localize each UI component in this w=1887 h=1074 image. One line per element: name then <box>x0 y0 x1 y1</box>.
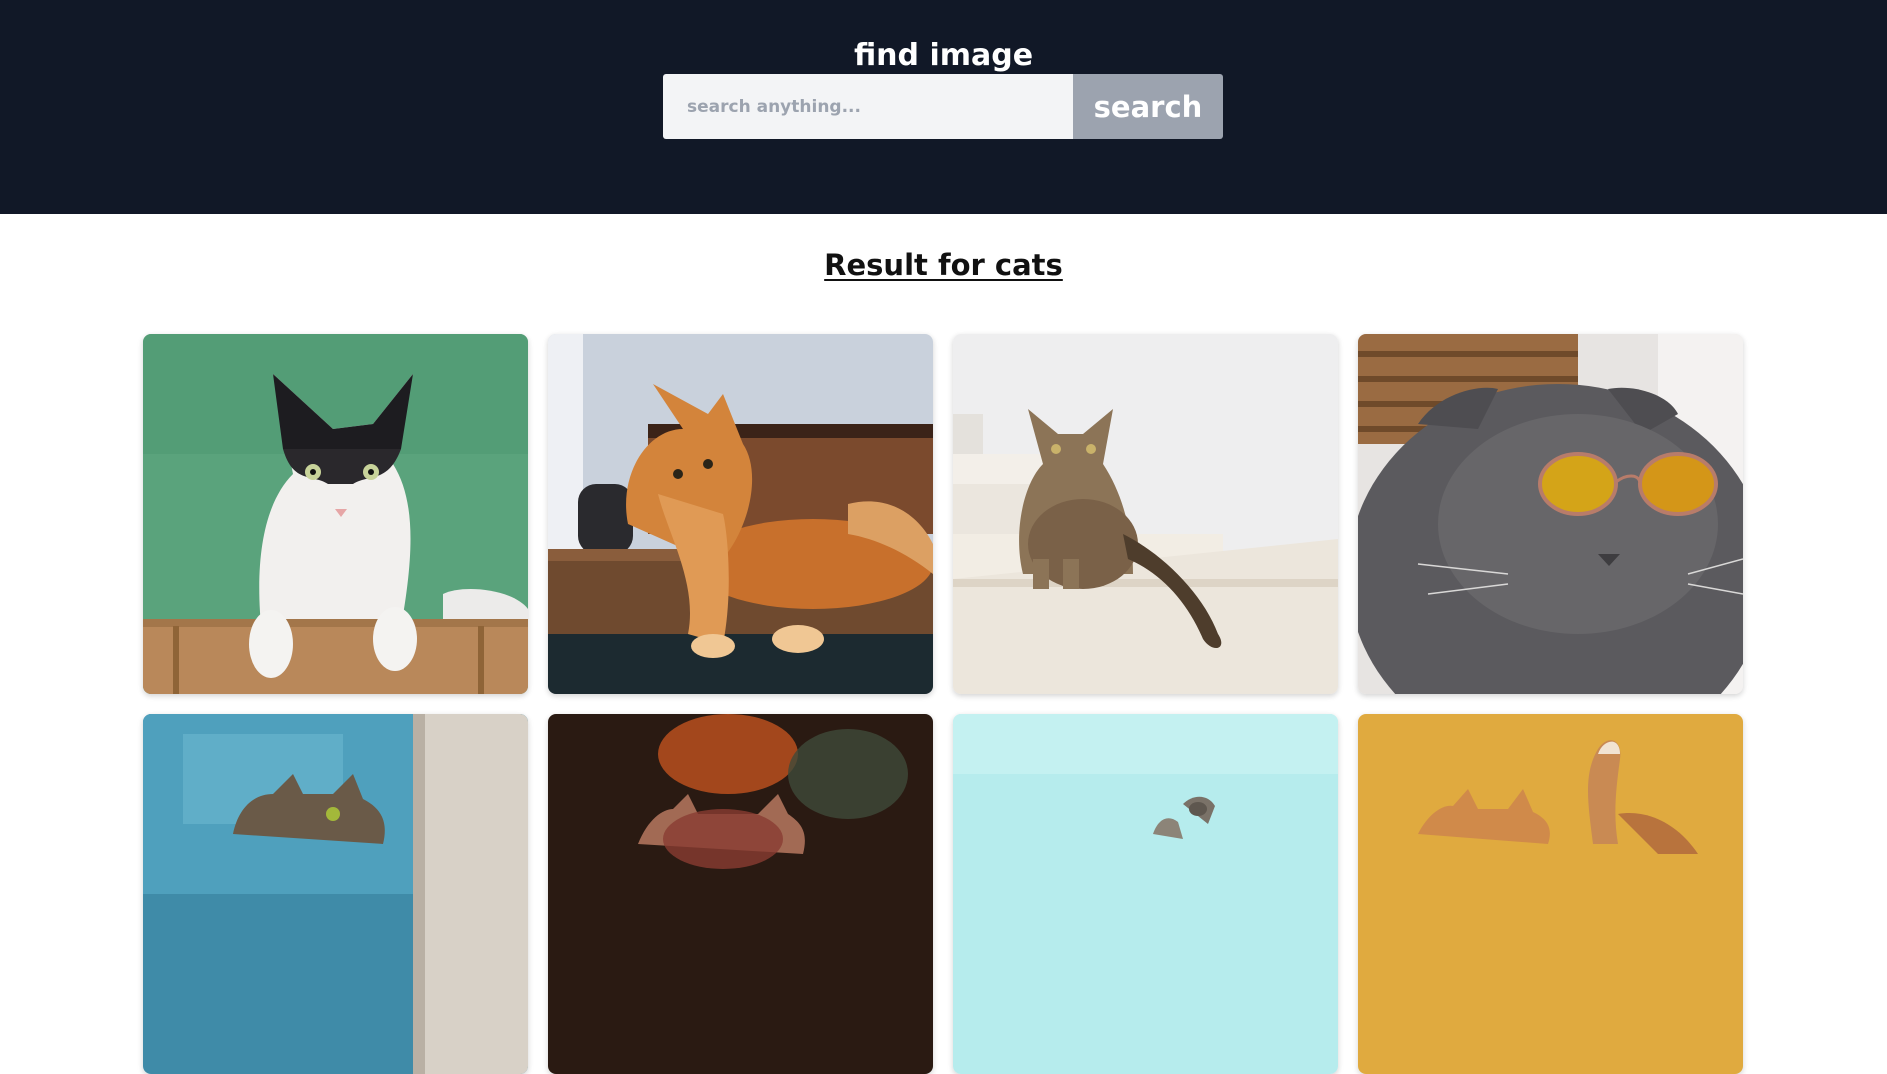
cat-photo <box>548 714 933 1074</box>
cat-photo <box>143 714 528 1074</box>
search-button[interactable]: search <box>1073 74 1223 139</box>
app-title: find image <box>853 38 1034 73</box>
image-card[interactable] <box>143 334 528 694</box>
image-card[interactable] <box>1358 334 1743 694</box>
image-card[interactable] <box>548 334 933 694</box>
results-heading: Result for cats <box>824 248 1063 282</box>
search-input[interactable] <box>663 74 1073 139</box>
image-card[interactable] <box>953 334 1338 694</box>
image-card[interactable] <box>548 714 933 1074</box>
image-card[interactable] <box>1358 714 1743 1074</box>
header: find image search <box>0 0 1887 214</box>
cat-photo <box>143 334 528 694</box>
cat-photo <box>1358 714 1743 1074</box>
cat-photo <box>953 714 1338 1074</box>
image-grid <box>143 334 1743 1074</box>
cat-photo <box>548 334 933 694</box>
search-form: search <box>663 74 1223 139</box>
image-card[interactable] <box>953 714 1338 1074</box>
image-card[interactable] <box>143 714 528 1074</box>
cat-photo <box>953 334 1338 694</box>
cat-photo <box>1358 334 1743 694</box>
